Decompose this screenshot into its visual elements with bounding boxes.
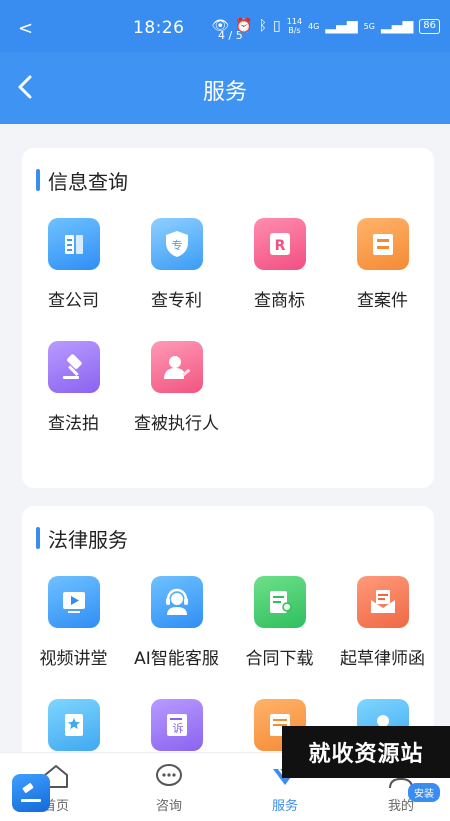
person-icon [150,341,203,393]
service-item-patent[interactable]: 专 查专利 [125,218,228,311]
signal-4g: 4G [308,21,320,31]
battery-icon: 86 [419,18,440,34]
service-item-executed-person[interactable]: 查被执行人 [125,341,228,434]
service-item-case[interactable]: 查案件 [331,218,434,311]
signal-icon: ▂▄▆ [325,18,358,34]
svg-text:专: 专 [171,238,182,252]
service-item-trademark[interactable]: R 查商标 [228,218,331,311]
signal-5g: 5G [363,21,375,31]
status-back-icon[interactable]: < [18,20,33,38]
service-item-lawyer-letter[interactable]: 起草律师函 [331,576,434,669]
complaint-icon: 诉 [150,699,203,751]
section-title-bar [36,527,40,549]
app-logo [12,774,50,812]
chat-icon [156,764,182,786]
app-header: 服务 [0,52,450,124]
net-speed: 114 B/s [286,17,303,35]
service-item-video[interactable]: 视频讲堂 [22,576,125,669]
svg-text:诉: 诉 [172,722,183,735]
badge-icon [47,699,100,751]
nav-consult[interactable]: 咨询 [113,763,225,814]
trademark-icon: R [253,218,306,270]
page-title: 服务 [202,80,247,105]
vibrate-icon: ▯ [273,18,281,34]
video-icon [47,576,100,628]
status-bar: < 18:26 4 / 5 👁 ⏰ ᛒ ▯ 114 B/s 4G ▂▄▆ 5G … [0,0,450,52]
status-icons: 👁 ⏰ ᛒ ▯ 114 B/s 4G ▂▄▆ 5G ▂▄▆ 86 [211,17,440,35]
service-item-auction[interactable]: 查法拍 [22,341,125,434]
section-title: 信息查询 [36,168,128,194]
service-item-contract[interactable]: 合同下载 [228,576,331,669]
section-title: 法律服务 [36,526,128,552]
headset-icon [150,576,203,628]
company-icon [47,218,100,270]
service-item-ai-support[interactable]: AI智能客服 [125,576,228,669]
signal-icon-2: ▂▄▆ [380,18,414,34]
section-info-query: 信息查询 查公司 专 查专利 R 查商标 查案件 查法拍 查被执行人 [22,148,434,488]
gavel-icon [47,341,100,393]
eye-icon: 👁 [211,18,230,34]
letter-icon [356,576,409,628]
service-item-company[interactable]: 查公司 [22,218,125,311]
patent-shield-icon: 专 [150,218,203,270]
watermark: 就收资源站 [282,726,450,778]
bluetooth-icon: ᛒ [258,18,268,34]
alarm-icon: ⏰ [235,18,253,34]
section-title-bar [36,169,40,191]
install-badge[interactable]: 安装 [408,783,440,802]
case-icon [356,218,409,270]
status-time: 18:26 [133,18,185,38]
contract-icon [253,576,306,628]
svg-text:R: R [274,238,285,254]
